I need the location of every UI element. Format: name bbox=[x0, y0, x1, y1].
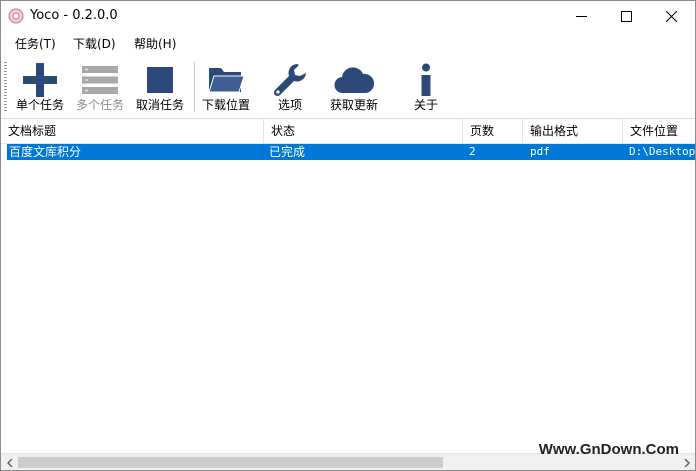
cancel-task-label: 取消任务 bbox=[135, 98, 184, 112]
maximize-icon bbox=[621, 11, 632, 22]
toolbar-separator bbox=[194, 62, 195, 112]
cell-pages: 2 bbox=[469, 145, 476, 158]
column-header-title[interactable]: 文档标题 bbox=[1, 119, 264, 143]
app-logo-icon bbox=[8, 8, 24, 24]
watermark: Www.GnDown.Com bbox=[538, 441, 679, 458]
info-icon bbox=[421, 63, 431, 96]
menu-task[interactable]: 任务(T) bbox=[15, 36, 56, 52]
chevron-left-icon bbox=[6, 458, 12, 467]
list-icon bbox=[82, 66, 118, 94]
window-title: Yoco - 0.2.0.0 bbox=[30, 8, 118, 23]
toolbar: 单个任务 多个任务 取消任务 下载位置 选项 获取更新 关于 bbox=[1, 56, 695, 117]
multi-task-label: 多个任务 bbox=[75, 98, 124, 112]
single-task-button[interactable]: 单个任务 bbox=[10, 60, 70, 116]
task-list[interactable]: 文档标题 状态 页数 输出格式 文件位置 百度文库积分 已完成 2 pdf D:… bbox=[1, 118, 695, 454]
column-header-location[interactable]: 文件位置 bbox=[623, 119, 695, 143]
cell-location: D:\Desktop\ bbox=[629, 145, 695, 158]
column-header-pages[interactable]: 页数 bbox=[463, 119, 523, 143]
column-header-status[interactable]: 状态 bbox=[264, 119, 463, 143]
download-location-label: 下载位置 bbox=[201, 98, 250, 112]
list-header: 文档标题 状态 页数 输出格式 文件位置 bbox=[1, 119, 695, 144]
title-bar[interactable]: Yoco - 0.2.0.0 bbox=[1, 1, 695, 32]
plus-icon bbox=[23, 63, 57, 97]
scroll-left-button[interactable] bbox=[1, 454, 18, 470]
single-task-label: 单个任务 bbox=[15, 98, 64, 112]
multi-task-button[interactable]: 多个任务 bbox=[70, 60, 130, 116]
check-update-button[interactable]: 获取更新 bbox=[324, 60, 384, 116]
folder-icon bbox=[208, 68, 245, 93]
close-icon bbox=[666, 11, 677, 22]
scroll-thumb[interactable] bbox=[18, 457, 443, 468]
toolbar-grip[interactable] bbox=[4, 62, 7, 112]
wrench-icon bbox=[273, 64, 306, 97]
menu-download[interactable]: 下载(D) bbox=[73, 36, 116, 52]
chevron-right-icon bbox=[684, 458, 690, 467]
cell-title: 百度文库积分 bbox=[9, 145, 82, 159]
scroll-right-button[interactable] bbox=[678, 454, 695, 470]
menu-help[interactable]: 帮助(H) bbox=[134, 36, 176, 52]
minimize-icon bbox=[576, 16, 587, 17]
check-update-label: 获取更新 bbox=[329, 98, 378, 112]
minimize-button[interactable] bbox=[559, 1, 604, 32]
close-button[interactable] bbox=[649, 1, 694, 32]
menu-bar: 任务(T) 下载(D) 帮助(H) bbox=[1, 32, 695, 55]
options-button[interactable]: 选项 bbox=[260, 60, 320, 116]
cell-status: 已完成 bbox=[269, 145, 306, 159]
column-header-format[interactable]: 输出格式 bbox=[523, 119, 623, 143]
table-row[interactable]: 百度文库积分 已完成 2 pdf D:\Desktop\ bbox=[7, 144, 695, 160]
about-label: 关于 bbox=[413, 98, 438, 112]
maximize-button[interactable] bbox=[604, 1, 649, 32]
cloud-icon bbox=[334, 67, 374, 94]
download-location-button[interactable]: 下载位置 bbox=[196, 60, 256, 116]
app-window: Yoco - 0.2.0.0 任务(T) 下载(D) 帮助(H) 单个任务 多个… bbox=[0, 0, 696, 471]
cancel-task-button[interactable]: 取消任务 bbox=[130, 60, 190, 116]
stop-icon bbox=[147, 67, 173, 93]
about-button[interactable]: 关于 bbox=[396, 60, 456, 116]
options-label: 选项 bbox=[277, 98, 302, 112]
cell-format: pdf bbox=[530, 145, 550, 158]
